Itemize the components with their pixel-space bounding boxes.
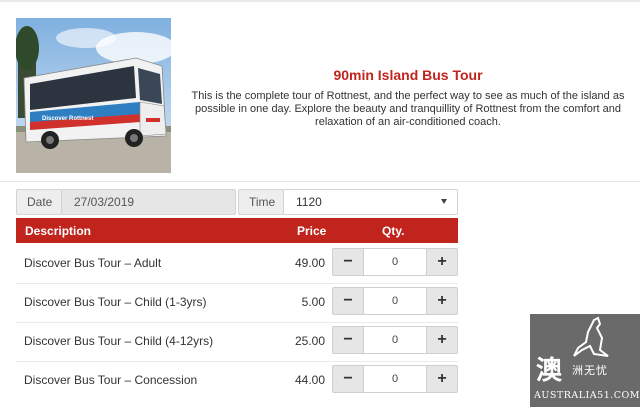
ticket-row: Discover Bus Tour – Child (1-3yrs) 5.00 … (16, 285, 458, 319)
increment-button[interactable]: + (426, 326, 458, 354)
decrement-button[interactable]: − (332, 248, 364, 276)
watermark-brand: AUSTRALIA51.COM (534, 390, 640, 401)
ticket-row: Discover Bus Tour – Concession 44.00 − 0… (16, 363, 458, 397)
ticket-price: 49.00 (294, 256, 325, 270)
tour-description: This is the complete tour of Rottnest, a… (191, 90, 625, 128)
quantity-stepper: − 0 + (332, 365, 458, 393)
ticket-row: Discover Bus Tour – Adult 49.00 − 0 + (16, 246, 458, 280)
ticket-price: 25.00 (294, 334, 325, 348)
ticket-table-header: Description Price Qty. (16, 218, 458, 243)
quantity-stepper: − 0 + (332, 287, 458, 315)
increment-button[interactable]: + (426, 248, 458, 276)
watermark-sub: 洲无忧 (572, 364, 608, 377)
time-select[interactable]: 1120 (283, 189, 458, 215)
date-label: Date (16, 189, 62, 215)
row-divider (16, 322, 458, 323)
ticket-row: Discover Bus Tour – Child (4-12yrs) 25.0… (16, 324, 458, 358)
time-select-value: 1120 (296, 195, 322, 209)
decrement-button[interactable]: − (332, 365, 364, 393)
ticket-description: Discover Bus Tour – Concession (24, 373, 198, 387)
tour-title: 90min Island Bus Tour (333, 67, 483, 83)
ticket-description: Discover Bus Tour – Adult (24, 256, 162, 270)
time-label: Time (238, 189, 284, 215)
quantity-input[interactable]: 0 (364, 365, 426, 393)
ticket-description: Discover Bus Tour – Child (4-12yrs) (24, 334, 214, 348)
quantity-stepper: − 0 + (332, 248, 458, 276)
header-description: Description (25, 224, 92, 238)
quantity-input[interactable]: 0 (364, 326, 426, 354)
bus-livery-text: Discover Rottnest (42, 116, 93, 122)
ticket-price: 44.00 (294, 373, 325, 387)
decrement-button[interactable]: − (332, 287, 364, 315)
tour-bus-image: Discover Rottnest (16, 18, 171, 173)
header-qty: Qty. (382, 224, 405, 238)
section-divider (0, 181, 640, 182)
kangaroo-icon (573, 316, 609, 357)
quantity-stepper: − 0 + (332, 326, 458, 354)
increment-button[interactable]: + (426, 287, 458, 315)
row-divider (16, 283, 458, 284)
date-field[interactable]: 27/03/2019 (61, 189, 236, 215)
watermark-logo: 澳 洲无忧 AUSTRALIA51.COM (530, 314, 640, 407)
chevron-down-icon (441, 199, 447, 204)
ticket-price: 5.00 (301, 295, 325, 309)
watermark-glyph: 澳 (536, 356, 563, 386)
row-divider (16, 361, 458, 362)
quantity-input[interactable]: 0 (364, 248, 426, 276)
header-price: Price (297, 224, 327, 238)
tour-info: 90min Island Bus Tour This is the comple… (176, 66, 640, 129)
ticket-description: Discover Bus Tour – Child (1-3yrs) (24, 295, 207, 309)
quantity-input[interactable]: 0 (364, 287, 426, 315)
decrement-button[interactable]: − (332, 326, 364, 354)
increment-button[interactable]: + (426, 365, 458, 393)
top-divider (0, 0, 640, 2)
